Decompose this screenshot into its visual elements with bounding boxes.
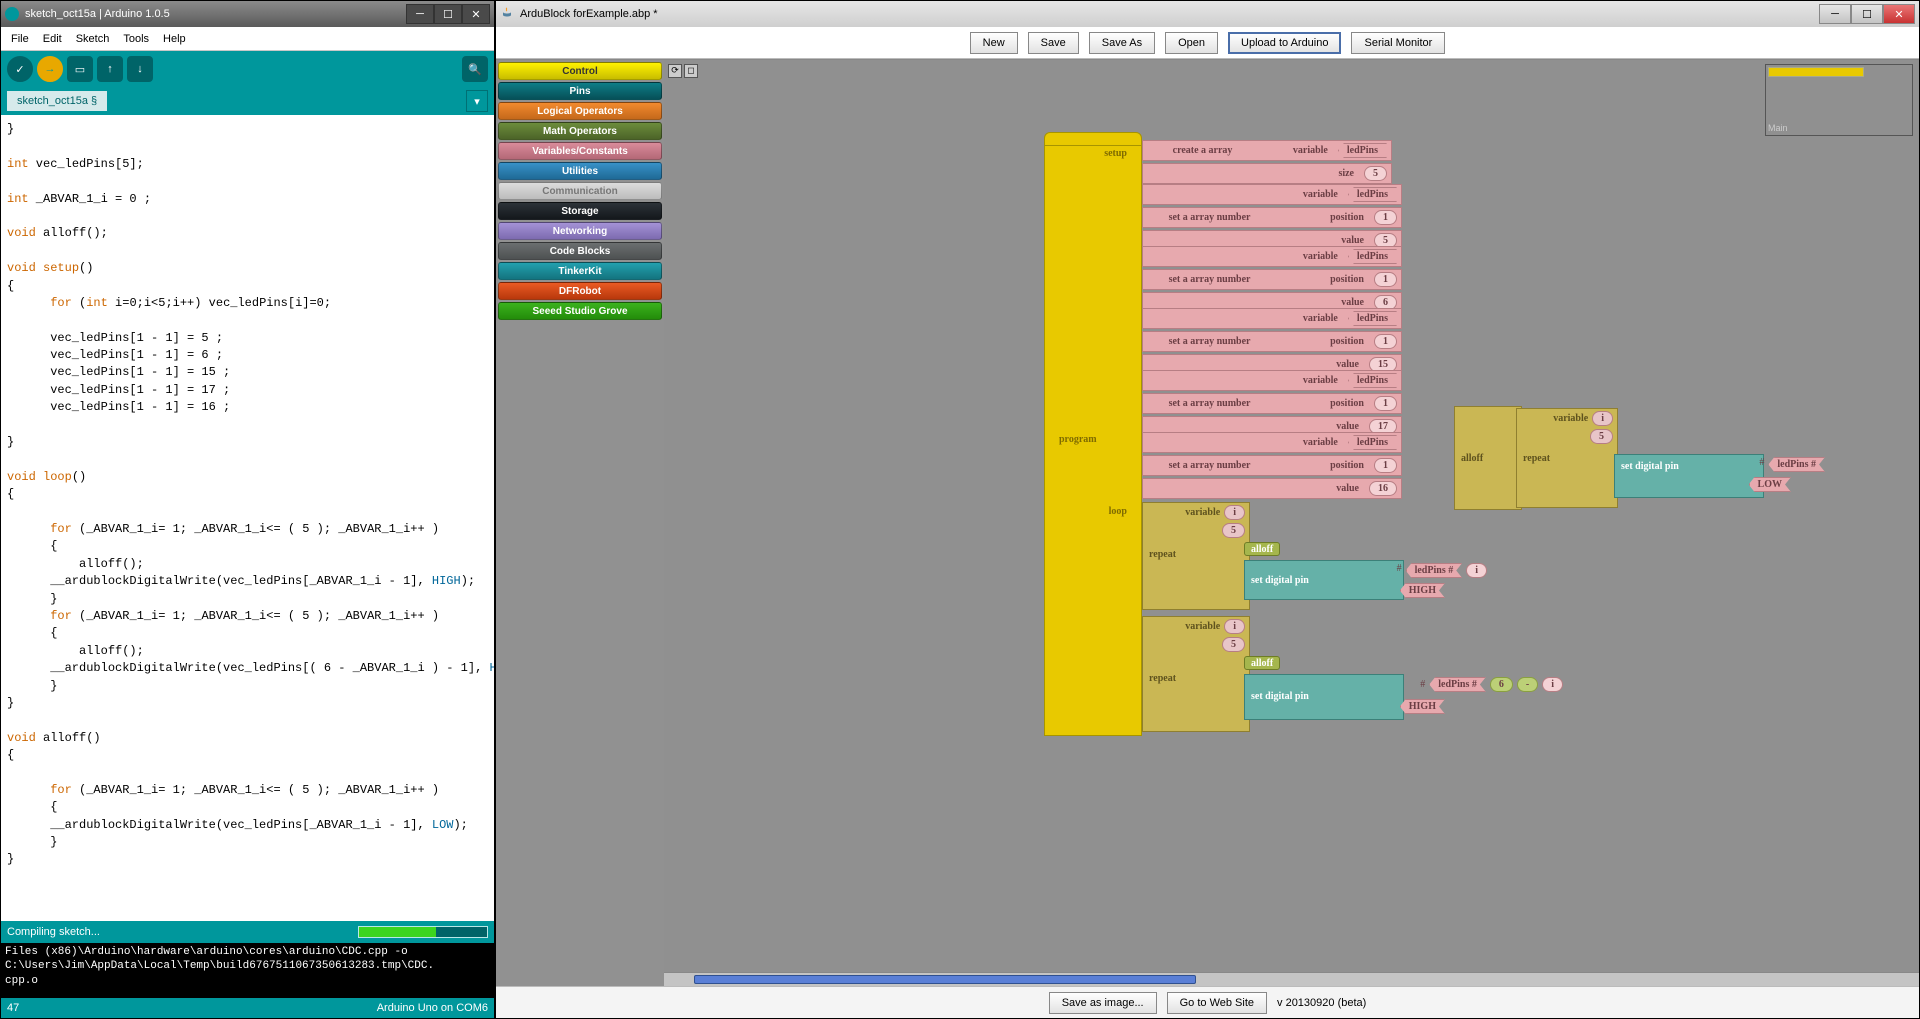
console[interactable]: Files (x86)\Arduino\hardware\arduino\cor… xyxy=(1,943,494,998)
version-label: v 20130920 (beta) xyxy=(1277,997,1366,1009)
max-button[interactable]: ☐ xyxy=(434,4,462,24)
open-button[interactable]: ↑ xyxy=(97,56,123,82)
arduino-window: sketch_oct15a | Arduino 1.0.5 ─ ☐ ✕ File… xyxy=(0,0,495,1019)
footer: 47 Arduino Uno on COM6 xyxy=(1,998,494,1018)
close-button[interactable]: ✕ xyxy=(462,4,490,24)
block-repeat[interactable]: variable i 5 repeat xyxy=(1142,616,1250,732)
block-alloff-call[interactable]: alloff xyxy=(1244,542,1280,556)
drawer-communication[interactable]: Communication xyxy=(498,182,662,200)
min-button[interactable]: ─ xyxy=(406,4,434,24)
block-program[interactable]: setup program loop xyxy=(1044,132,1142,736)
statusbar: Compiling sketch... xyxy=(1,921,494,943)
drawer-dfrobot[interactable]: DFRobot xyxy=(498,282,662,300)
arduino-titlebar[interactable]: sketch_oct15a | Arduino 1.0.5 ─ ☐ ✕ xyxy=(1,1,494,27)
drawer-networking[interactable]: Networking xyxy=(498,222,662,240)
code-editor[interactable]: } int vec_ledPins[5]; int _ABVAR_1_i = 0… xyxy=(1,115,494,921)
save-button[interactable]: ↓ xyxy=(127,56,153,82)
block-set-digital-pin[interactable]: set digital pin # ledPins # i HIGH xyxy=(1244,560,1404,600)
drawer-math-operators[interactable]: Math Operators xyxy=(498,122,662,140)
drawer-variables-constants[interactable]: Variables/Constants xyxy=(498,142,662,160)
drawer-pins[interactable]: Pins xyxy=(498,82,662,100)
ardublock-titlebar[interactable]: ArduBlock forExample.abp * ─ ☐ ✕ xyxy=(496,1,1919,27)
ardublock-bottom-toolbar: Save as image... Go to Web Site v 201309… xyxy=(496,986,1919,1018)
close-button[interactable]: ✕ xyxy=(1883,4,1915,24)
block-repeat[interactable]: variable i 5 repeat xyxy=(1516,408,1618,508)
zoom-reset-button[interactable]: ⟳ xyxy=(668,64,682,78)
scrollbar-thumb[interactable] xyxy=(694,975,1196,984)
block-canvas[interactable]: ⟳ ◻ Main setup program loop create a arr… xyxy=(664,60,1919,986)
max-button[interactable]: ☐ xyxy=(1851,4,1883,24)
drawer-control[interactable]: Control xyxy=(498,62,662,80)
serial-monitor-button[interactable]: 🔍 xyxy=(462,56,488,82)
block-set-digital-pin[interactable]: set digital pin # ledPins # LOW xyxy=(1614,454,1764,498)
setup-label: setup xyxy=(1096,146,1135,161)
new-button[interactable]: ▭ xyxy=(67,56,93,82)
drawer-tinkerkit[interactable]: TinkerKit xyxy=(498,262,662,280)
program-label: program xyxy=(1051,432,1105,447)
code[interactable]: } int vec_ledPins[5]; int _ABVAR_1_i = 0… xyxy=(7,121,488,869)
horizontal-scrollbar[interactable] xyxy=(664,972,1919,986)
verify-button[interactable]: ✓ xyxy=(7,56,33,82)
ardublock-window: ArduBlock forExample.abp * ─ ☐ ✕ New Sav… xyxy=(495,0,1920,1019)
board-port: Arduino Uno on COM6 xyxy=(377,1002,488,1014)
upload-button[interactable]: → xyxy=(37,56,63,82)
serial-monitor-button[interactable]: Serial Monitor xyxy=(1351,32,1445,54)
block-set-array-number[interactable]: variableledPinsset a array numberpositio… xyxy=(1142,308,1402,377)
drawer-logical-operators[interactable]: Logical Operators xyxy=(498,102,662,120)
progress-bar xyxy=(358,926,488,938)
ardublock-body: Control Pins Logical Operators Math Operato… xyxy=(496,59,1919,986)
tabbar: sketch_oct15a § ▾ xyxy=(1,87,494,115)
console-line: Files (x86)\Arduino\hardware\arduino\cor… xyxy=(5,945,490,959)
min-button[interactable]: ─ xyxy=(1819,4,1851,24)
console-line: cpp.o xyxy=(5,974,490,988)
minimap[interactable]: Main xyxy=(1765,64,1913,136)
website-button[interactable]: Go to Web Site xyxy=(1167,992,1267,1014)
save-button[interactable]: Save xyxy=(1028,32,1079,54)
open-button[interactable]: Open xyxy=(1165,32,1218,54)
drawer-code-blocks[interactable]: Code Blocks xyxy=(498,242,662,260)
drawer-storage[interactable]: Storage xyxy=(498,202,662,220)
menu-help[interactable]: Help xyxy=(157,30,192,48)
menu-sketch[interactable]: Sketch xyxy=(70,30,116,48)
block-alloff-call[interactable]: alloff xyxy=(1244,656,1280,670)
status-text: Compiling sketch... xyxy=(7,926,100,938)
block-set-array-number[interactable]: variableledPinsset a array numberpositio… xyxy=(1142,184,1402,253)
zoom-controls: ⟳ ◻ xyxy=(668,64,698,78)
block-repeat[interactable]: variable i 5 repeat xyxy=(1142,502,1250,610)
block-set-array-number[interactable]: variableledPinsset a array numberpositio… xyxy=(1142,246,1402,315)
menu-edit[interactable]: Edit xyxy=(37,30,68,48)
menu-file[interactable]: File xyxy=(5,30,35,48)
arduino-title: sketch_oct15a | Arduino 1.0.5 xyxy=(25,8,170,20)
line-number: 47 xyxy=(7,1002,19,1014)
ardublock-title: ArduBlock forExample.abp * xyxy=(520,8,658,20)
drawer-utilities[interactable]: Utilities xyxy=(498,162,662,180)
block-create-array[interactable]: create a array variable ledPins size 5 xyxy=(1142,140,1392,186)
java-icon xyxy=(500,7,514,21)
arduino-app-icon xyxy=(5,7,19,21)
ardublock-toolbar: New Save Save As Open Upload to Arduino … xyxy=(496,27,1919,59)
saveas-button[interactable]: Save As xyxy=(1089,32,1155,54)
tab-menu-button[interactable]: ▾ xyxy=(466,90,488,112)
block-set-array-number[interactable]: variableledPinsset a array numberpositio… xyxy=(1142,370,1402,439)
drawer-seeed-studio-grove[interactable]: Seeed Studio Grove xyxy=(498,302,662,320)
tab-sketch[interactable]: sketch_oct15a § xyxy=(7,91,107,111)
console-line: C:\Users\Jim\AppData\Local\Temp\build676… xyxy=(5,959,490,973)
block-drawer: Control Pins Logical Operators Math Operato… xyxy=(496,60,664,986)
zoom-fit-button[interactable]: ◻ xyxy=(684,64,698,78)
minimap-label: Main xyxy=(1768,123,1788,133)
save-image-button[interactable]: Save as image... xyxy=(1049,992,1157,1014)
block-set-digital-pin[interactable]: set digital pin # ledPins # 6 - i HIGH xyxy=(1244,674,1404,720)
loop-label: loop xyxy=(1101,504,1135,519)
menubar: File Edit Sketch Tools Help xyxy=(1,27,494,51)
block-alloff-def[interactable]: alloff xyxy=(1454,406,1522,510)
menu-tools[interactable]: Tools xyxy=(117,30,155,48)
upload-button[interactable]: Upload to Arduino xyxy=(1228,32,1341,54)
block-set-array-number[interactable]: variableledPinsset a array numberpositio… xyxy=(1142,432,1402,501)
new-button[interactable]: New xyxy=(970,32,1018,54)
toolbar: ✓ → ▭ ↑ ↓ 🔍 xyxy=(1,51,494,87)
